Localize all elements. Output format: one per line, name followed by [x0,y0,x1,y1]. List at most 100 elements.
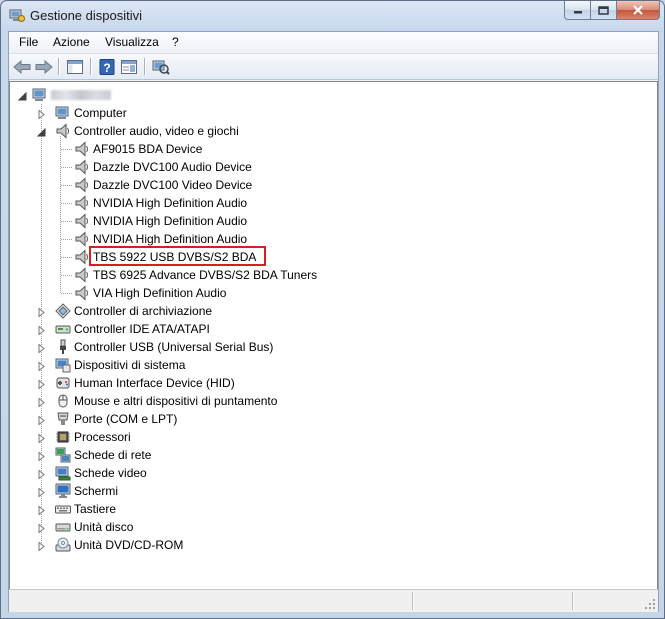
tree-category-dispositivi-di-sistema[interactable]: Dispositivi di sistema [10,356,650,374]
minimize-icon [573,11,582,14]
category-label: Controller USB (Universal Serial Bus) [74,340,274,354]
resize-grip-icon[interactable] [644,598,656,610]
tree-category-computer[interactable]: Computer [10,104,650,122]
device-tree[interactable]: Computer Controller audio, video e giochi… [9,81,658,591]
tree-root[interactable] [10,86,650,104]
menu-azione[interactable]: Azione [53,35,90,49]
expand-arrow-icon[interactable] [37,360,46,372]
caption-buttons [564,1,660,21]
speaker-icon [74,177,90,193]
expand-arrow-icon[interactable] [37,396,46,408]
tree-device-af9015-bda-device[interactable]: AF9015 BDA Device [10,140,650,158]
device-manager-app-icon[interactable] [9,7,25,23]
tree-category-porte-com-e-lpt[interactable]: Porte (COM e LPT) [10,410,650,428]
speaker-icon [74,249,90,265]
device-label: NVIDIA High Definition Audio [93,232,248,246]
toolbar: ? [9,54,658,80]
show-hide-console-tree-button[interactable] [65,57,85,76]
status-bar-separator [572,592,573,610]
maximize-icon [598,5,609,15]
tree-device-nvidia-high-definition-audio[interactable]: NVIDIA High Definition Audio [10,212,650,230]
category-label: Schede di rete [74,448,152,462]
expand-arrow-icon[interactable] [37,504,46,516]
category-label: Schede video [74,466,147,480]
monitor-icon [55,483,71,499]
menu-bar: File Azione Visualizza ? [9,32,658,54]
category-label: Controller audio, video e giochi [74,124,239,138]
menu-visualizza[interactable]: Visualizza [105,35,159,49]
expand-arrow-icon[interactable] [37,432,46,444]
dvd-drive-icon [55,537,71,553]
tree-category-controller-usb-universal-serial-bus[interactable]: Controller USB (Universal Serial Bus) [10,338,650,356]
tree-device-dazzle-dvc100-audio-device[interactable]: Dazzle DVC100 Audio Device [10,158,650,176]
window-title: Gestione dispositivi [30,8,142,23]
tree-category-processori[interactable]: Processori [10,428,650,446]
expand-arrow-icon[interactable] [37,378,46,390]
close-button[interactable] [616,1,660,20]
hid-icon [55,375,71,391]
expand-arrow-icon[interactable] [37,468,46,480]
expand-arrow-icon[interactable] [37,540,46,552]
maximize-button[interactable] [590,1,616,20]
usb-icon [55,339,71,355]
scan-hardware-changes-button[interactable] [151,57,171,76]
category-label: Unità DVD/CD-ROM [74,538,184,552]
expand-arrow-icon[interactable] [37,522,46,534]
forward-button[interactable] [34,57,54,76]
tree-category-controller-di-archiviazione[interactable]: Controller di archiviazione [10,302,650,320]
properties-icon [121,59,137,74]
category-label: Processori [74,430,131,444]
collapse-arrow-icon[interactable] [17,90,27,101]
tree-category-unit-dvd-cd-rom[interactable]: Unità DVD/CD-ROM [10,536,650,554]
computer-icon [55,105,71,121]
expand-arrow-icon[interactable] [37,450,46,462]
expand-arrow-icon[interactable] [37,486,46,498]
toolbar-separator [90,58,91,75]
properties-button[interactable] [119,57,139,76]
tree-device-nvidia-high-definition-audio[interactable]: NVIDIA High Definition Audio [10,194,650,212]
client-area: File Azione Visualizza ? ? Computer Cont… [8,31,659,612]
device-label: AF9015 BDA Device [93,142,203,156]
tree-category-schede-video[interactable]: Schede video [10,464,650,482]
toolbar-separator [58,58,59,75]
tree-category-tastiere[interactable]: Tastiere [10,500,650,518]
expand-arrow-icon[interactable] [37,108,46,120]
tree-category-controller-audio-video-e-giochi[interactable]: Controller audio, video e giochi [10,122,650,140]
collapse-arrow-icon[interactable] [36,126,46,137]
device-label: TBS 6925 Advance DVBS/S2 BDA Tuners [93,268,318,282]
help-button[interactable]: ? [97,57,117,76]
category-label: Computer [74,106,127,120]
expand-arrow-icon[interactable] [37,342,46,354]
tree-device-dazzle-dvc100-video-device[interactable]: Dazzle DVC100 Video Device [10,176,650,194]
device-label: Dazzle DVC100 Audio Device [93,160,252,174]
category-label: Porte (COM e LPT) [74,412,178,426]
tree-device-via-high-definition-audio[interactable]: VIA High Definition Audio [10,284,650,302]
keyboard-icon [55,501,71,517]
tree-category-mouse-e-altri-dispositivi-di-puntamento[interactable]: Mouse e altri dispositivi di puntamento [10,392,650,410]
disk-drive-icon [55,519,71,535]
tree-device-tbs-6925-advance-dvbs-s2-bda-tuners[interactable]: TBS 6925 Advance DVBS/S2 BDA Tuners [10,266,650,284]
device-label: Dazzle DVC100 Video Device [93,178,253,192]
speaker-icon [55,123,71,139]
menu-file[interactable]: File [19,35,38,49]
category-label: Controller IDE ATA/ATAPI [74,322,210,336]
help-icon: ? [99,58,115,75]
menu-help[interactable]: ? [172,35,179,49]
title-bar[interactable]: Gestione dispositivi [1,1,664,31]
speaker-icon [74,195,90,211]
expand-arrow-icon[interactable] [37,306,46,318]
device-label: NVIDIA High Definition Audio [93,214,248,228]
tree-category-unit-disco[interactable]: Unità disco [10,518,650,536]
tree-category-schermi[interactable]: Schermi [10,482,650,500]
category-label: Controller di archiviazione [74,304,213,318]
expand-arrow-icon[interactable] [37,414,46,426]
back-button[interactable] [12,57,32,76]
minimize-button[interactable] [564,1,590,20]
tree-category-controller-ide-ata-atapi[interactable]: Controller IDE ATA/ATAPI [10,320,650,338]
system-device-icon [55,357,71,373]
ide-controller-icon [55,321,71,337]
tree-category-schede-di-rete[interactable]: Schede di rete [10,446,650,464]
speaker-icon [74,159,90,175]
expand-arrow-icon[interactable] [37,324,46,336]
tree-category-human-interface-device-hid[interactable]: Human Interface Device (HID) [10,374,650,392]
